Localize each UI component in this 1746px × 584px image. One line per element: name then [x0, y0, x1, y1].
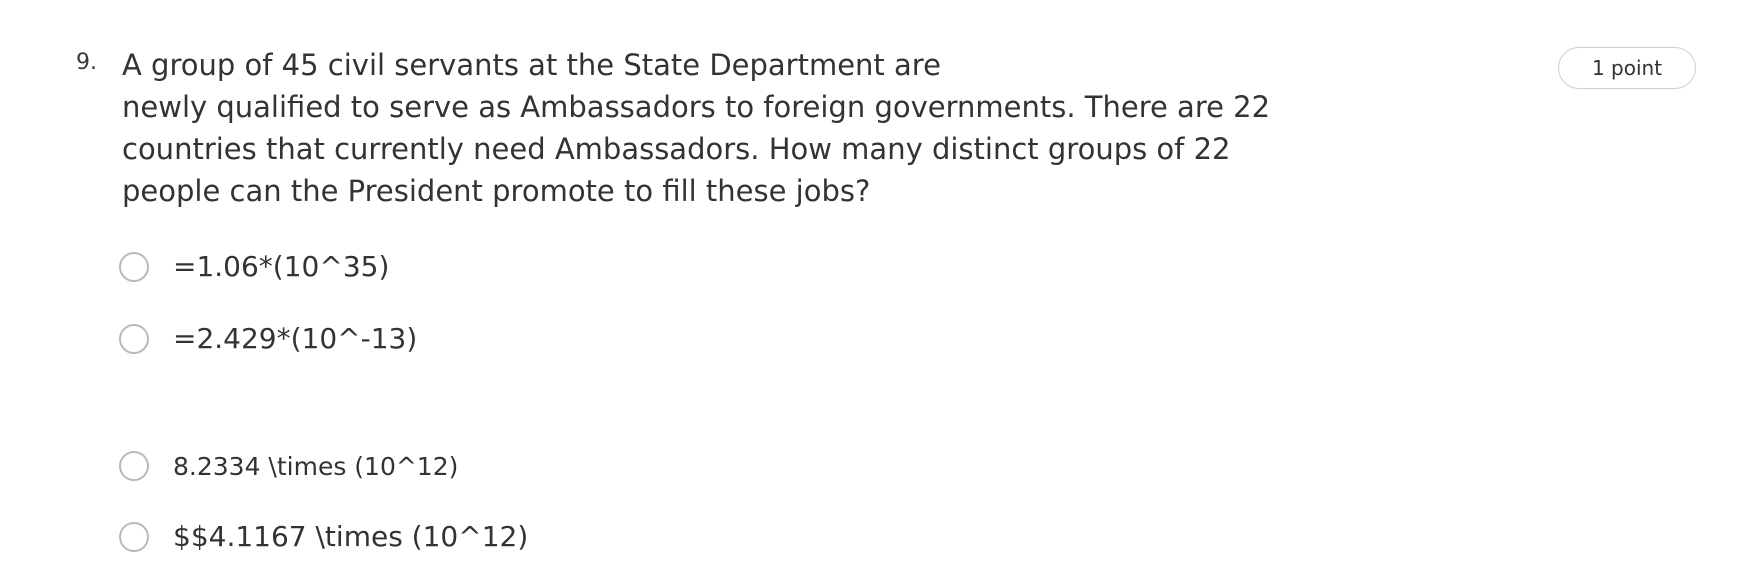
answer-option-1[interactable]: =1.06*(10^35)	[119, 250, 389, 283]
radio-button[interactable]	[119, 451, 149, 481]
radio-button[interactable]	[119, 521, 149, 552]
answer-option-label: 8.2334 \times (10^12)	[173, 451, 459, 481]
answer-option-label: =1.06*(10^35)	[173, 250, 390, 283]
quiz-question: 9. A group of 45 civil servants at the S…	[0, 0, 1746, 584]
question-text-line: newly qualified to serve as Ambassadors …	[122, 90, 1271, 124]
question-number: 9.	[76, 50, 97, 75]
answer-option-3[interactable]: 8.2334 \times (10^12)	[119, 451, 458, 481]
question-text-line: countries that currently need Ambassador…	[122, 132, 1231, 166]
answer-option-label: $$4.1167 \times (10^12)	[173, 520, 529, 553]
answer-option-2[interactable]: =2.429*(10^-13)	[119, 322, 417, 355]
radio-button[interactable]	[119, 251, 149, 282]
question-text: A group of 45 civil servants at the Stat…	[122, 44, 1271, 212]
radio-button[interactable]	[119, 323, 149, 354]
question-text-line: A group of 45 civil servants at the Stat…	[122, 48, 941, 82]
answer-option-4[interactable]: $$4.1167 \times (10^12)	[119, 520, 528, 553]
question-text-line: people can the President promote to fill…	[122, 174, 871, 208]
answer-option-label: =2.429*(10^-13)	[173, 322, 418, 355]
points-badge: 1 point	[1558, 47, 1696, 89]
